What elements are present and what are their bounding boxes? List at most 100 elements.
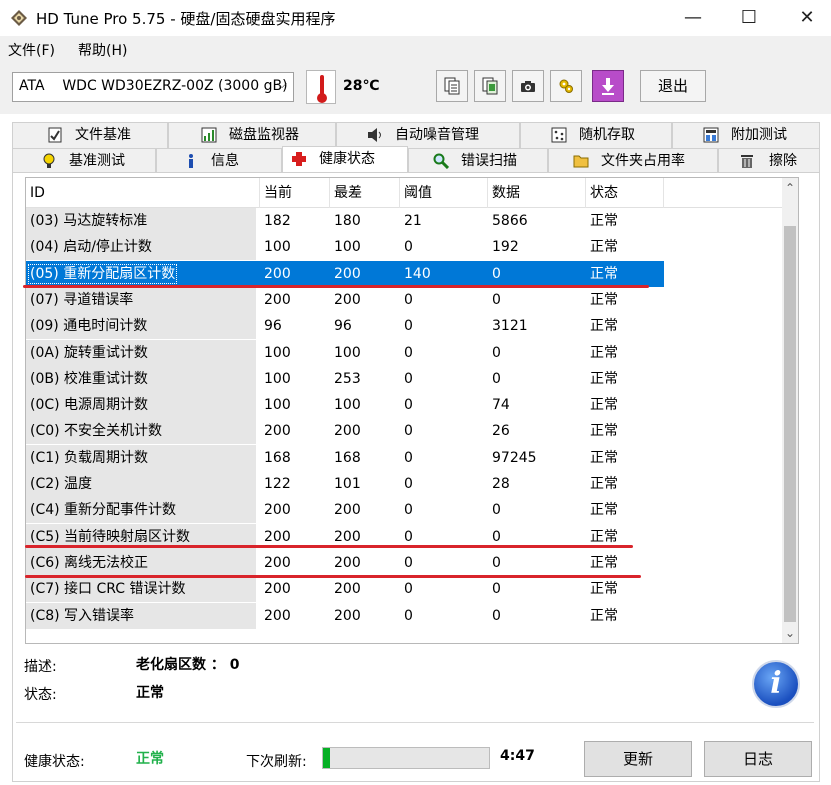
attribute-value: 正常 <box>590 291 618 308</box>
close-button[interactable]: ✕ <box>784 0 830 36</box>
attribute-value: 正常 <box>590 476 618 492</box>
col-data[interactable]: 数据 <box>488 178 586 208</box>
table-row[interactable]: (07) 寻道错误率 200 200 0 0 正常 <box>26 286 786 313</box>
table-cell: 200 <box>330 497 361 523</box>
table-cell: 200 <box>330 550 361 576</box>
table-cell: 正常 <box>586 445 618 471</box>
tab-benchmark[interactable]: 基准测试 <box>12 148 156 174</box>
attribute-name: (0C) 电源周期计数 <box>30 397 149 414</box>
table-cell: 0 <box>488 497 501 523</box>
divider <box>16 722 814 723</box>
table-row[interactable]: (C1) 负载周期计数 168 168 0 97245 正常 <box>26 444 786 471</box>
attribute-name: (03) 马达旋转标准 <box>30 213 148 229</box>
drive-select[interactable]: ATA WDC WD30EZRZ-00Z (3000 gB) ⌵ <box>12 72 294 102</box>
scroll-thumb[interactable] <box>784 226 796 622</box>
exit-button[interactable]: 退出 <box>640 70 706 102</box>
info-icon[interactable]: i <box>752 660 800 708</box>
attribute-name: (09) 通电时间计数 <box>30 318 148 335</box>
table-cell: 0 <box>488 287 501 313</box>
tab-error-scan[interactable]: 错误扫描 <box>408 148 548 174</box>
update-button[interactable]: 更新 <box>584 741 692 777</box>
table-row[interactable]: (C4) 重新分配事件计数 200 200 0 0 正常 <box>26 497 786 524</box>
minimize-button[interactable]: — <box>670 0 716 36</box>
attribute-value: 100 <box>264 344 291 361</box>
screenshot-button[interactable] <box>512 70 544 102</box>
table-row[interactable]: (09) 通电时间计数 96 96 0 3121 正常 <box>26 313 786 340</box>
table-cell: 28 <box>488 471 510 497</box>
attribute-value: 0 <box>492 344 501 361</box>
table-row[interactable]: (05) 重新分配扇区计数 200 200 140 0 正常 <box>26 260 664 287</box>
table-cell: 正常 <box>586 603 618 629</box>
table-row[interactable]: (C6) 离线无法校正 200 200 0 0 正常 <box>26 549 786 576</box>
table-cell: 200 <box>260 261 291 287</box>
tab-random-access[interactable]: 随机存取 <box>520 122 672 148</box>
tab-file-benchmark[interactable]: 文件基准 <box>12 122 168 148</box>
table-cell: 140 <box>400 261 431 287</box>
vertical-scrollbar[interactable]: ⌃ ⌄ <box>782 178 798 643</box>
attribute-value: 101 <box>334 476 361 492</box>
table-cell: 0 <box>400 550 413 576</box>
table-cell: 0 <box>400 445 413 471</box>
tab-erase[interactable]: 擦除 <box>718 148 820 174</box>
refresh-progress-bar <box>322 747 490 769</box>
temperature-readout: 28℃ <box>343 78 380 94</box>
attribute-value: 253 <box>334 370 361 387</box>
attribute-value: 0 <box>492 528 501 545</box>
scroll-down-icon[interactable]: ⌄ <box>782 623 798 643</box>
table-row[interactable]: (0B) 校准重试计数 100 253 0 0 正常 <box>26 365 786 392</box>
screenshot-camera-icon <box>521 81 535 92</box>
table-cell: (0C) 电源周期计数 <box>26 392 256 419</box>
table-row[interactable]: (C2) 温度 122 101 0 28 正常 <box>26 471 786 497</box>
tab-extra-tests[interactable]: 附加测试 <box>672 122 820 148</box>
tab-disk-monitor[interactable]: 磁盘监视器 <box>168 122 336 148</box>
save-button[interactable] <box>592 70 624 102</box>
attribute-value: 正常 <box>590 318 618 335</box>
attribute-value: 200 <box>334 502 361 519</box>
tab-label: 附加测试 <box>731 127 787 143</box>
table-cell: 100 <box>330 234 361 260</box>
table-row[interactable]: (03) 马达旋转标准 182 180 21 5866 正常 <box>26 208 786 234</box>
tab-info[interactable]: 信息 <box>156 148 282 174</box>
table-cell: 0 <box>488 603 501 629</box>
tab-aam[interactable]: 自动噪音管理 <box>336 122 520 148</box>
table-cell: (C7) 接口 CRC 错误计数 <box>26 576 256 603</box>
menu-file[interactable]: 文件(F) <box>8 40 55 60</box>
attribute-value: 0 <box>404 554 413 571</box>
table-row[interactable]: (04) 启动/停止计数 100 100 0 192 正常 <box>26 234 786 261</box>
options-button[interactable] <box>550 70 582 102</box>
log-button[interactable]: 日志 <box>704 741 812 777</box>
copy-info-button[interactable] <box>436 70 468 102</box>
maximize-button[interactable]: ☐ <box>726 0 772 36</box>
table-row[interactable]: (0A) 旋转重试计数 100 100 0 0 正常 <box>26 339 786 366</box>
copy-all-icon <box>482 77 498 95</box>
attribute-value: 100 <box>334 239 361 256</box>
col-current[interactable]: 当前 <box>260 178 330 208</box>
scroll-up-icon[interactable]: ⌃ <box>782 178 798 198</box>
attribute-value: 0 <box>404 397 413 414</box>
col-threshold[interactable]: 阈值 <box>400 178 488 208</box>
table-cell: 200 <box>260 550 291 576</box>
tab-health[interactable]: 健康状态 <box>282 146 408 174</box>
attribute-value: 正常 <box>590 344 618 361</box>
table-cell: 168 <box>260 445 291 471</box>
copy-all-button[interactable] <box>474 70 506 102</box>
col-id[interactable]: ID <box>26 178 260 208</box>
save-down-arrow-icon <box>602 78 614 95</box>
attribute-value: 200 <box>264 528 291 545</box>
attribute-value: 0 <box>404 239 413 256</box>
table-cell: 97245 <box>488 445 537 471</box>
highlight-underline <box>23 285 649 288</box>
attribute-value: 200 <box>264 265 291 282</box>
smart-table[interactable]: ID 当前 最差 阈值 数据 状态 (03) 马达旋转标准 182 180 21 586… <box>25 177 799 644</box>
col-worst[interactable]: 最差 <box>330 178 400 208</box>
table-cell: 正常 <box>586 576 618 602</box>
tab-folder-usage[interactable]: 文件夹占用率 <box>548 148 718 174</box>
table-row[interactable]: (0C) 电源周期计数 100 100 0 74 正常 <box>26 392 786 419</box>
table-cell: (C1) 负载周期计数 <box>26 444 256 471</box>
table-row[interactable]: (C7) 接口 CRC 错误计数 200 200 0 0 正常 <box>26 576 786 603</box>
table-row[interactable]: (C8) 写入错误率 200 200 0 0 正常 <box>26 602 786 629</box>
table-row[interactable]: (C0) 不安全关机计数 200 200 0 26 正常 <box>26 418 786 445</box>
disk-monitor-icon <box>201 127 217 143</box>
menu-help[interactable]: 帮助(H) <box>78 40 127 60</box>
col-status[interactable]: 状态 <box>586 178 664 208</box>
